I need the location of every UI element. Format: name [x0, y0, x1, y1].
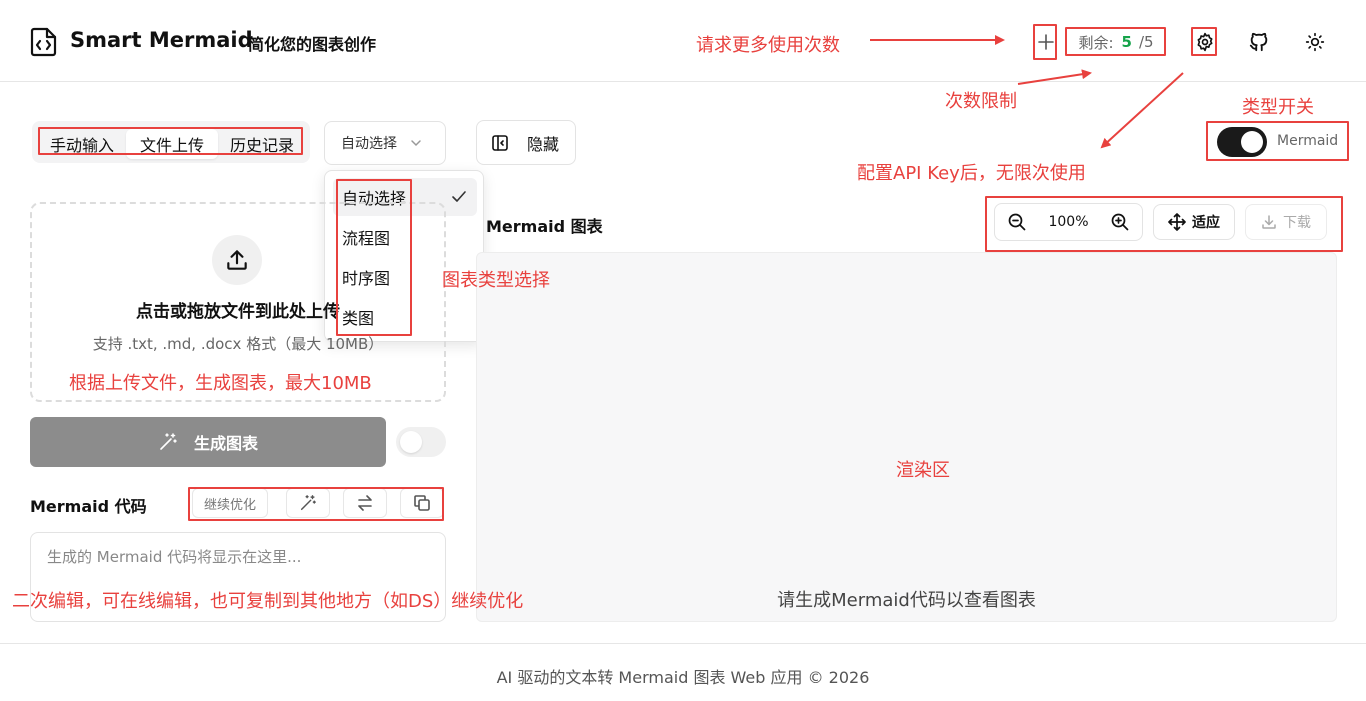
app-title: Smart Mermaid [70, 28, 253, 52]
dropzone-hint: 支持 .txt, .md, .docx 格式（最大 10MB） [92, 335, 384, 353]
footer-text: AI 驱动的文本转 Mermaid 图表 Web 应用 © 2026 [496, 668, 870, 687]
hide-button-label: 隐藏 [527, 134, 560, 154]
generate-button-label: 生成图表 [193, 434, 258, 453]
app-subtitle: 简化您的图表创作 [248, 35, 377, 54]
annotation-box-quota [1065, 27, 1166, 56]
chart-type-select[interactable]: 自动选择 [324, 121, 446, 165]
chevron-down-icon [409, 136, 423, 150]
annotation-chart-type: 图表类型选择 [442, 270, 550, 291]
magic-wand-icon [158, 432, 178, 452]
annotation-api-key: 配置API Key后，无限次使用 [857, 163, 1086, 184]
annotation-render-area: 渲染区 [896, 460, 950, 481]
generate-chart-button[interactable]: 生成图表 [30, 417, 386, 467]
annotation-box-code-tools [188, 487, 444, 521]
annotation-box-chart-toolbar [985, 196, 1343, 252]
chart-render-area[interactable] [476, 252, 1337, 622]
annotation-quota-limit: 次数限制 [945, 91, 1017, 112]
chart-type-select-value: 自动选择 [341, 136, 397, 152]
annotation-box-dropdown [336, 179, 412, 336]
annotation-box-tabs [38, 127, 303, 155]
annotation-edit-note: 二次编辑，可在线编辑，也可复制到其他地方（如DS）继续优化 [12, 591, 524, 612]
file-code-icon [30, 27, 58, 57]
sun-icon[interactable] [1300, 27, 1330, 57]
annotation-type-switch: 类型开关 [1242, 97, 1314, 118]
check-icon [451, 190, 467, 204]
annotation-box-settings [1191, 27, 1217, 56]
stream-toggle[interactable] [396, 427, 446, 457]
footer-divider [0, 643, 1366, 644]
chart-placeholder-text: 请生成Mermaid代码以查看图表 [777, 590, 1036, 611]
code-section-label: Mermaid 代码 [30, 497, 147, 516]
chart-panel-title: Mermaid 图表 [486, 217, 603, 236]
annotation-upload-note: 根据上传文件，生成图表，最大10MB [69, 373, 372, 394]
github-icon[interactable] [1244, 27, 1274, 57]
upload-icon [212, 235, 262, 285]
annotation-box-plus [1033, 24, 1057, 60]
panel-collapse-icon [491, 134, 509, 152]
annotation-more-uses: 请求更多使用次数 [696, 35, 840, 56]
annotation-box-type-switch [1206, 121, 1349, 161]
hide-panel-button[interactable]: 隐藏 [476, 120, 576, 165]
